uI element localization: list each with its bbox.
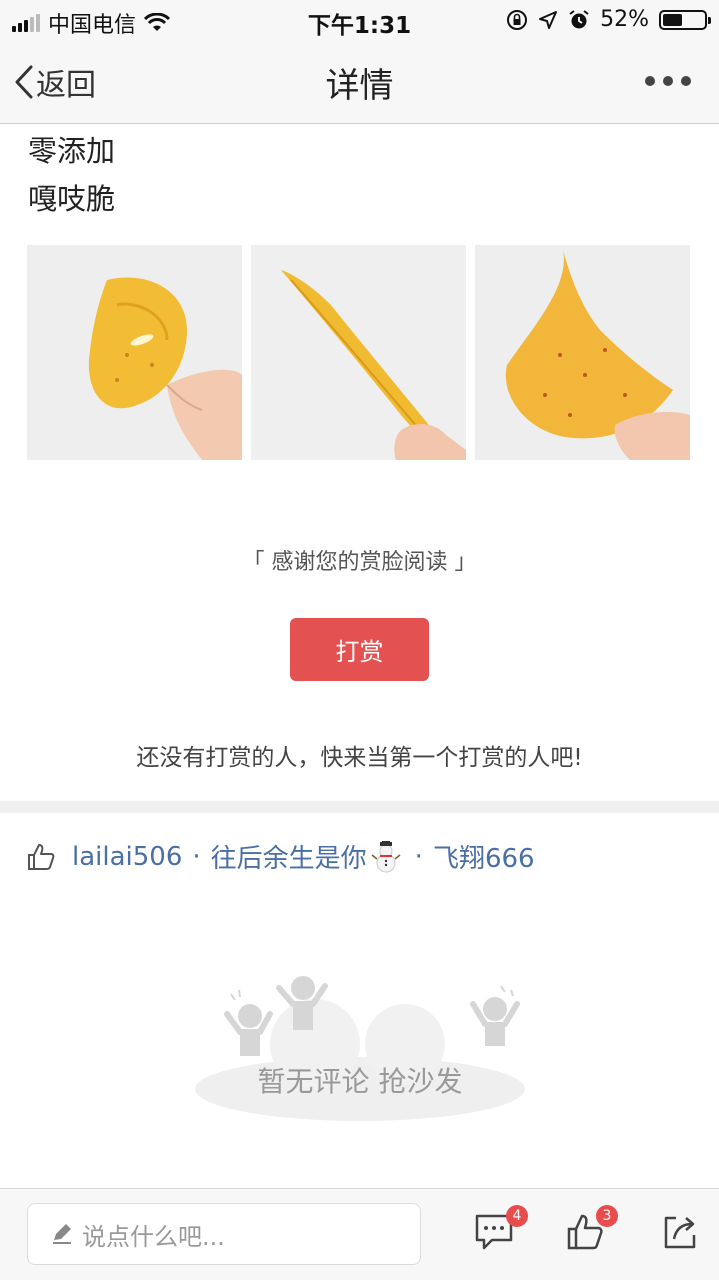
like-user-2[interactable]: 往后余生是你 [211,838,367,875]
status-bar: 中国电信 下午1:31 52% [0,0,719,40]
nav-bar: 返回 详情 [0,40,719,124]
battery-percent: 52% [600,7,649,32]
bottom-bar: 说点什么吧... 4 3 [0,1188,719,1280]
reward-button[interactable]: 打赏 [290,618,429,681]
reward-empty-note: 还没有打赏的人，快来当第一个打赏的人吧! [136,745,583,771]
share-icon [664,1216,696,1249]
photo-gallery [27,245,690,460]
more-icon [645,76,655,86]
section-divider [0,801,719,813]
lock-rotation-icon [507,9,528,30]
photo-chip-flat[interactable] [27,245,242,460]
empty-comments-text: 暂无评论 抢沙发 [257,1065,463,1098]
comments-button[interactable]: 4 [474,1205,528,1255]
comment-input[interactable]: 说点什么吧... [27,1203,421,1265]
share-button[interactable] [662,1213,698,1255]
like-separator: · [192,841,201,872]
battery-fill [663,13,683,26]
like-separator: · [414,841,423,872]
location-icon [539,10,558,29]
like-count-badge: 3 [596,1205,618,1227]
comment-placeholder: 说点什么吧... [82,1222,225,1251]
article-line-1: 零添加 [28,134,116,168]
more-button[interactable] [645,76,691,86]
photo-chip-top[interactable] [475,245,690,460]
battery-icon [659,9,711,30]
empty-comments: 暂无评论 抢沙发 [195,974,525,1124]
status-right: 52% [506,7,711,32]
like-button[interactable]: 3 [566,1205,618,1255]
snowman-emoji-icon [371,840,401,872]
like-user-1[interactable]: lailai506 [72,842,182,872]
photo-chip-side[interactable] [251,245,466,460]
comment-count-badge: 4 [506,1205,528,1227]
pencil-icon [53,1224,71,1244]
alarm-icon [569,9,589,28]
empty-comments-illustration-icon [195,976,525,1121]
page-title: 详情 [325,66,394,106]
thumbs-up-icon [28,843,55,870]
like-user-3[interactable]: 飞翔666 [433,838,535,875]
likes-row: lailai506 · 往后余生是你 · 飞翔666 [26,838,535,875]
article-line-2: 嘎吱脆 [28,182,116,216]
thanks-text: 「 感谢您的赏脸阅读 」 [242,550,477,575]
